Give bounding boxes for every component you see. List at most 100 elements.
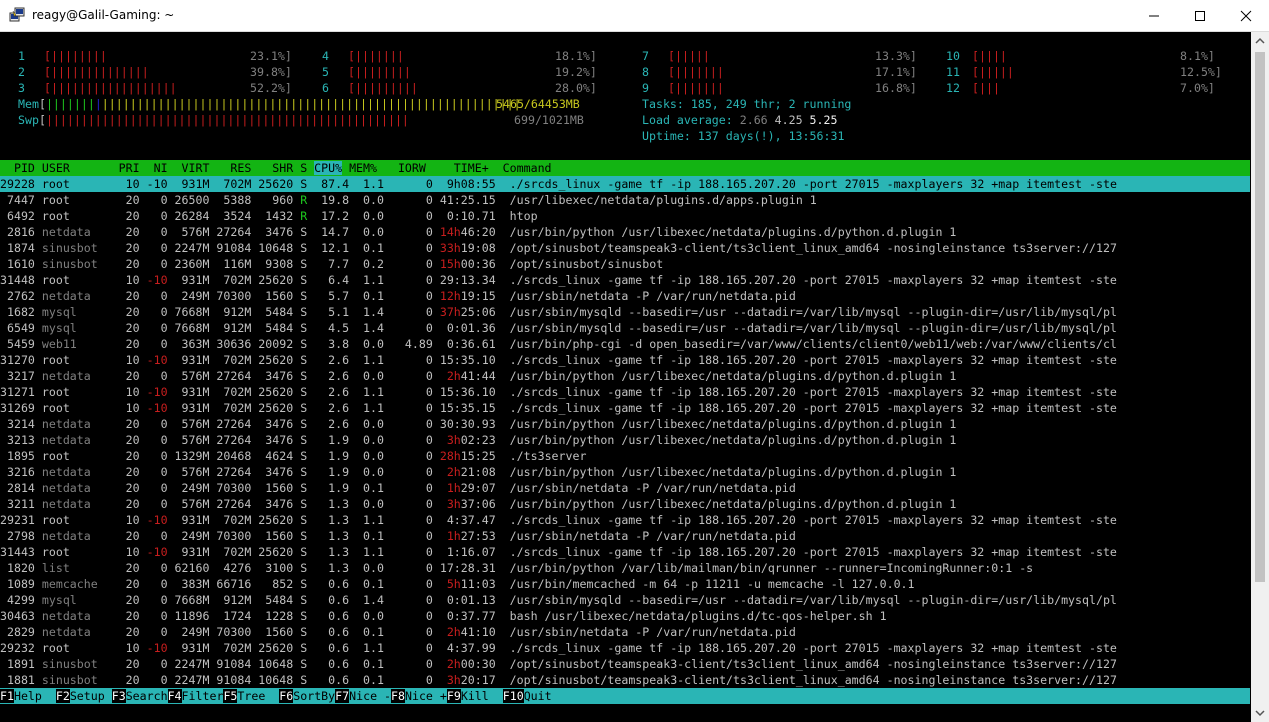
process-pri: 20 bbox=[104, 593, 140, 607]
title-bar[interactable]: reagy@Galil-Gaming: ~ bbox=[0, 0, 1269, 32]
fkey-f8[interactable]: F8 bbox=[391, 689, 405, 703]
process-row[interactable]: 29231 root 10 -10 931M 702M 25620 S 1.3 … bbox=[0, 512, 1250, 528]
process-row[interactable]: 31270 root 10 -10 931M 702M 25620 S 2.6 … bbox=[0, 352, 1250, 368]
process-row[interactable]: 31443 root 10 -10 931M 702M 25620 S 1.3 … bbox=[0, 544, 1250, 560]
fkey-label-f10[interactable]: Quit bbox=[524, 689, 552, 703]
fkey-label-f5[interactable]: Tree bbox=[237, 689, 279, 703]
fkey-f9[interactable]: F9 bbox=[446, 689, 461, 703]
process-row[interactable]: 29228 root 10 -10 931M 702M 25620 S 87.4… bbox=[0, 176, 1250, 192]
column-header-time[interactable]: TIME+ bbox=[426, 161, 489, 175]
process-row[interactable]: 2762 netdata 20 0 249M 70300 1560 S 5.7 … bbox=[0, 288, 1250, 304]
process-row[interactable]: 3211 netdata 20 0 576M 27264 3476 S 1.3 … bbox=[0, 496, 1250, 512]
column-header-shr[interactable]: SHR bbox=[251, 161, 293, 175]
process-row[interactable]: 6549 mysql 20 0 7668M 912M 5484 S 4.5 1.… bbox=[0, 320, 1250, 336]
process-state: S bbox=[293, 385, 315, 399]
process-user: netdata bbox=[41, 433, 105, 447]
process-row[interactable]: 5459 web11 20 0 363M 30636 20092 S 3.8 0… bbox=[0, 336, 1250, 352]
cpu-meter: 11 bbox=[946, 64, 960, 80]
column-header-user[interactable]: USER bbox=[42, 161, 105, 175]
process-table-header[interactable]: PID USER PRI NI VIRT RES SHR S CPU% MEM%… bbox=[0, 160, 1250, 176]
maximize-button[interactable] bbox=[1177, 0, 1223, 31]
process-row[interactable]: 1610 sinusbot 20 0 2360M 116M 9308 S 7.7… bbox=[0, 256, 1250, 272]
cpu-bar-fill: [|||||||| bbox=[44, 49, 107, 63]
fkey-label-f8[interactable]: Nice + bbox=[405, 689, 447, 703]
process-row[interactable]: 31271 root 10 -10 931M 702M 25620 S 2.6 … bbox=[0, 384, 1250, 400]
htop-terminal[interactable]: 1 [|||||||| 23.1%] 2 [|||||||||||||| 39.8%] 3 [… bbox=[0, 32, 1250, 722]
scroll-up-icon[interactable] bbox=[1255, 36, 1265, 46]
column-header-ni[interactable]: NI bbox=[140, 161, 168, 175]
fkey-f7[interactable]: F7 bbox=[335, 689, 350, 703]
process-row[interactable]: 3216 netdata 20 0 576M 27264 3476 S 1.9 … bbox=[0, 464, 1250, 480]
column-header-res[interactable]: RES bbox=[209, 161, 251, 175]
cpu-meter-bars: [||| bbox=[972, 80, 1000, 96]
column-header-mem[interactable]: MEM% bbox=[342, 161, 377, 175]
process-row[interactable]: 30463 netdata 20 0 11896 1724 1228 S 0.6… bbox=[0, 608, 1250, 624]
column-header-s[interactable]: S bbox=[293, 161, 314, 175]
fkey-f5[interactable]: F5 bbox=[223, 689, 238, 703]
process-pri: 10 bbox=[104, 177, 140, 191]
column-header-virt[interactable]: VIRT bbox=[168, 161, 210, 175]
process-pri: 20 bbox=[104, 257, 140, 271]
process-state: S bbox=[293, 417, 315, 431]
fkey-label-f6[interactable]: SortBy bbox=[293, 689, 335, 703]
cpu-bar-fill: [||||||| bbox=[348, 49, 404, 63]
column-header-pri[interactable]: PRI bbox=[105, 161, 140, 175]
fkey-f3[interactable]: F3 bbox=[111, 689, 126, 703]
process-row[interactable]: 1089 memcache 20 0 383M 66716 852 S 0.6 … bbox=[0, 576, 1250, 592]
fkey-label-f1[interactable]: Help bbox=[14, 689, 56, 703]
process-pid: 6549 bbox=[0, 321, 42, 335]
minimize-button[interactable] bbox=[1131, 0, 1177, 31]
fkey-f4[interactable]: F4 bbox=[167, 689, 182, 703]
process-shr: 3476 bbox=[251, 225, 294, 239]
memory-bar-fill: [|||||||||||||||||||||||||||||||||||||||… bbox=[38, 97, 521, 111]
process-row[interactable]: 1682 mysql 20 0 7668M 912M 5484 S 5.1 1.… bbox=[0, 304, 1250, 320]
process-mem: 0.1 bbox=[349, 577, 384, 591]
process-row[interactable]: 3214 netdata 20 0 576M 27264 3476 S 2.6 … bbox=[0, 416, 1250, 432]
process-user: mysql bbox=[41, 593, 105, 607]
process-row[interactable]: 2798 netdata 20 0 249M 70300 1560 S 1.3 … bbox=[0, 528, 1250, 544]
process-mem: 1.1 bbox=[349, 385, 384, 399]
process-mem: 0.0 bbox=[349, 465, 384, 479]
process-pri: 20 bbox=[104, 561, 140, 575]
column-header-pid[interactable]: PID bbox=[0, 161, 42, 175]
process-row[interactable]: 1820 list 20 0 62160 4276 3100 S 1.3 0.0… bbox=[0, 560, 1250, 576]
column-header-cpu[interactable]: CPU% bbox=[314, 161, 343, 175]
process-row[interactable]: 3217 netdata 20 0 576M 27264 3476 S 2.6 … bbox=[0, 368, 1250, 384]
process-row[interactable]: 2829 netdata 20 0 249M 70300 1560 S 0.6 … bbox=[0, 624, 1250, 640]
process-row[interactable]: 31448 root 10 -10 931M 702M 25620 S 6.4 … bbox=[0, 272, 1250, 288]
process-row[interactable]: 2816 netdata 20 0 576M 27264 3476 S 14.7… bbox=[0, 224, 1250, 240]
cpu-meter-percent: 12.5%] bbox=[1180, 65, 1222, 79]
column-header-cmd[interactable]: Command bbox=[489, 161, 552, 175]
fkey-f6[interactable]: F6 bbox=[279, 689, 294, 703]
process-row[interactable]: 31269 root 10 -10 931M 702M 25620 S 2.6 … bbox=[0, 400, 1250, 416]
process-row[interactable]: 1881 sinusbot 20 0 2247M 91084 10648 S 0… bbox=[0, 672, 1250, 688]
process-row[interactable]: 1895 root 20 0 1329M 20468 4624 S 1.9 0.… bbox=[0, 448, 1250, 464]
fkey-label-f2[interactable]: Setup bbox=[70, 689, 112, 703]
fkey-f1[interactable]: F1 bbox=[0, 689, 14, 703]
process-row[interactable]: 7447 root 20 0 26500 5388 960 R 19.8 0.0… bbox=[0, 192, 1250, 208]
process-res: 702M bbox=[209, 513, 252, 527]
process-row[interactable]: 1891 sinusbot 20 0 2247M 91084 10648 S 0… bbox=[0, 656, 1250, 672]
fkey-f2[interactable]: F2 bbox=[55, 689, 70, 703]
process-row[interactable]: 29232 root 10 -10 931M 702M 25620 S 0.6 … bbox=[0, 640, 1250, 656]
fkey-label-f3[interactable]: Search bbox=[126, 689, 168, 703]
scrollbar[interactable] bbox=[1251, 32, 1269, 722]
column-header-iorw[interactable]: IORW bbox=[377, 161, 426, 175]
terminal-window: reagy@Galil-Gaming: ~ 1 [|||||||| 23.1%] 2 [… bbox=[0, 0, 1269, 722]
scroll-down-icon[interactable] bbox=[1255, 708, 1265, 718]
process-row[interactable]: 1874 sinusbot 20 0 2247M 91084 10648 S 1… bbox=[0, 240, 1250, 256]
process-iorw: 0 bbox=[383, 561, 433, 575]
close-button[interactable] bbox=[1223, 0, 1269, 31]
process-row[interactable]: 3213 netdata 20 0 576M 27264 3476 S 1.9 … bbox=[0, 432, 1250, 448]
process-row[interactable]: 6492 root 20 0 26284 3524 1432 R 17.2 0.… bbox=[0, 208, 1250, 224]
process-shr: 5484 bbox=[251, 321, 294, 335]
scrollbar-thumb[interactable] bbox=[1255, 52, 1265, 582]
process-cpu: 0.6 bbox=[314, 673, 350, 687]
process-time: 4:37.99 bbox=[432, 641, 496, 655]
process-row[interactable]: 2814 netdata 20 0 249M 70300 1560 S 1.9 … bbox=[0, 480, 1250, 496]
process-row[interactable]: 4299 mysql 20 0 7668M 912M 5484 S 0.6 1.… bbox=[0, 592, 1250, 608]
fkey-label-f9[interactable]: Kill bbox=[461, 689, 503, 703]
fkey-f10[interactable]: F10 bbox=[502, 689, 524, 703]
fkey-label-f7[interactable]: Nice - bbox=[349, 689, 391, 703]
fkey-label-f4[interactable]: Filter bbox=[182, 689, 224, 703]
